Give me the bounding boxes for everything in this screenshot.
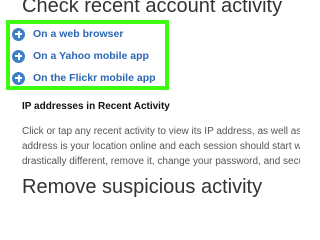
plus-circle-icon[interactable] xyxy=(12,27,25,41)
link-label[interactable]: On a web browser xyxy=(33,28,123,40)
help-article: Check recent account activity On a web b… xyxy=(0,0,300,200)
ip-addresses-subheading: IP addresses in Recent Activity xyxy=(22,101,170,112)
link-label[interactable]: On a Yahoo mobile app xyxy=(33,50,149,62)
link-web-browser[interactable]: On a web browser xyxy=(12,26,123,42)
link-label[interactable]: On the Flickr mobile app xyxy=(33,72,156,84)
section-heading-check-activity: Check recent account activity xyxy=(22,0,283,17)
plus-circle-icon[interactable] xyxy=(12,49,25,63)
link-yahoo-mobile-app[interactable]: On a Yahoo mobile app xyxy=(12,48,149,64)
paragraph-line: drastically different, remove it, change… xyxy=(22,156,300,167)
paragraph-line: address is your location online and each… xyxy=(22,141,300,152)
section-heading-remove-suspicious: Remove suspicious activity xyxy=(22,176,263,198)
plus-circle-icon[interactable] xyxy=(12,71,25,85)
paragraph-line: Click or tap any recent activity to view… xyxy=(22,126,300,137)
link-flickr-mobile-app[interactable]: On the Flickr mobile app xyxy=(12,70,156,86)
